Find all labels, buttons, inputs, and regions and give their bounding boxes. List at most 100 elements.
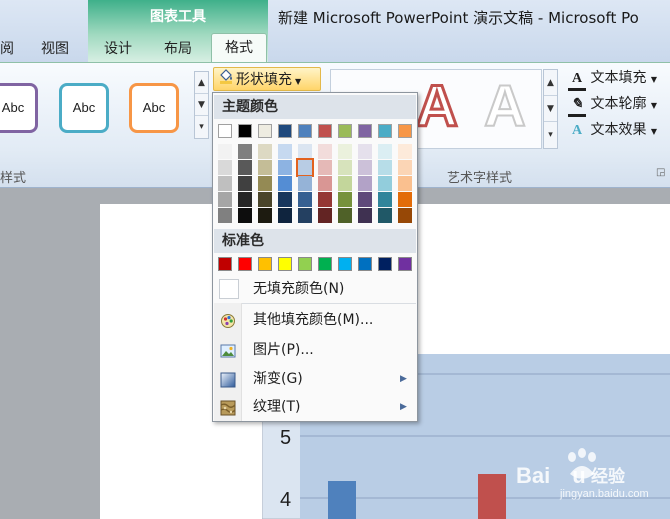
shape-style-sample-purple[interactable]: Abc xyxy=(0,83,38,133)
standard-color-swatch[interactable] xyxy=(358,257,372,271)
theme-shade-swatch[interactable] xyxy=(298,176,312,191)
theme-shade-swatch[interactable] xyxy=(378,144,392,159)
theme-color-swatch[interactable] xyxy=(398,124,412,138)
theme-shade-swatch[interactable] xyxy=(338,176,352,191)
gallery-more-icon[interactable]: ▾ xyxy=(544,122,557,148)
theme-shade-swatch[interactable] xyxy=(298,144,312,159)
theme-shade-swatch[interactable] xyxy=(398,144,412,159)
scroll-down-icon[interactable]: ▼ xyxy=(195,94,208,116)
theme-shade-swatch[interactable] xyxy=(378,192,392,207)
theme-shade-swatch[interactable] xyxy=(358,160,372,175)
tab-layout[interactable]: 布局 xyxy=(153,38,203,62)
theme-shade-swatch[interactable] xyxy=(278,192,292,207)
standard-color-swatch[interactable] xyxy=(318,257,332,271)
text-effect-button[interactable]: A 文本效果 ▼ xyxy=(568,118,657,142)
theme-color-swatch[interactable] xyxy=(338,124,352,138)
theme-shade-swatch[interactable] xyxy=(318,208,332,223)
theme-color-swatch[interactable] xyxy=(238,124,252,138)
bar-series-1[interactable] xyxy=(328,481,356,519)
dialog-launcher-icon[interactable]: ◲ xyxy=(656,167,665,178)
theme-shade-swatch[interactable] xyxy=(218,192,232,207)
shape-style-sample-orange[interactable]: Abc xyxy=(129,83,179,133)
shape-style-sample-aqua[interactable]: Abc xyxy=(59,83,109,133)
standard-color-swatch[interactable] xyxy=(398,257,412,271)
theme-shade-swatch[interactable] xyxy=(218,208,232,223)
theme-color-swatch[interactable] xyxy=(318,124,332,138)
theme-shade-swatch[interactable] xyxy=(238,144,252,159)
theme-shade-swatch[interactable] xyxy=(318,192,332,207)
tab-review[interactable]: 阅 xyxy=(0,38,18,62)
theme-shade-swatch[interactable] xyxy=(278,176,292,191)
shape-fill-label: 形状填充 xyxy=(236,72,292,88)
theme-shade-swatch[interactable] xyxy=(238,160,252,175)
theme-shade-swatch-selected[interactable] xyxy=(296,158,314,177)
theme-shade-swatch[interactable] xyxy=(258,176,272,191)
theme-shade-swatch[interactable] xyxy=(298,208,312,223)
theme-colors-heading: 主题颜色 xyxy=(214,95,416,119)
theme-shade-swatch[interactable] xyxy=(398,192,412,207)
theme-shade-swatch[interactable] xyxy=(238,192,252,207)
standard-color-swatch[interactable] xyxy=(378,257,392,271)
theme-shade-swatch[interactable] xyxy=(278,160,292,175)
theme-shade-swatch[interactable] xyxy=(318,176,332,191)
gallery-more-icon[interactable]: ▾ xyxy=(195,116,208,138)
theme-shade-swatch[interactable] xyxy=(358,192,372,207)
no-fill-menu-item[interactable]: 无填充颜色(N) xyxy=(214,276,416,302)
theme-shade-swatch[interactable] xyxy=(218,176,232,191)
theme-shade-swatch[interactable] xyxy=(358,176,372,191)
theme-shade-swatch[interactable] xyxy=(278,144,292,159)
theme-shade-swatch[interactable] xyxy=(358,208,372,223)
theme-color-swatch[interactable] xyxy=(218,124,232,138)
theme-color-swatch[interactable] xyxy=(278,124,292,138)
theme-shade-swatch[interactable] xyxy=(338,192,352,207)
theme-shade-swatch[interactable] xyxy=(298,192,312,207)
theme-shade-swatch[interactable] xyxy=(238,176,252,191)
theme-shade-swatch[interactable] xyxy=(378,208,392,223)
theme-color-swatch[interactable] xyxy=(358,124,372,138)
standard-color-swatch[interactable] xyxy=(338,257,352,271)
tab-design[interactable]: 设计 xyxy=(93,38,143,62)
theme-shade-swatch[interactable] xyxy=(378,160,392,175)
theme-shade-swatch[interactable] xyxy=(398,176,412,191)
bar-series-2[interactable] xyxy=(478,474,506,519)
theme-shade-swatch[interactable] xyxy=(258,144,272,159)
theme-shade-swatch[interactable] xyxy=(218,144,232,159)
more-fill-colors-menu-item[interactable]: 其他填充颜色(M)... xyxy=(214,307,416,333)
scroll-up-icon[interactable]: ▲ xyxy=(195,72,208,94)
scroll-down-icon[interactable]: ▼ xyxy=(544,96,557,122)
standard-color-swatch[interactable] xyxy=(298,257,312,271)
theme-color-swatch[interactable] xyxy=(378,124,392,138)
wordart-sample-red-outline[interactable]: A xyxy=(415,73,460,141)
theme-shade-swatch[interactable] xyxy=(358,144,372,159)
theme-shade-swatch[interactable] xyxy=(318,144,332,159)
standard-color-swatch[interactable] xyxy=(218,257,232,271)
texture-fill-menu-item[interactable]: 纹理(T) ▶ xyxy=(214,394,416,420)
standard-color-swatch[interactable] xyxy=(258,257,272,271)
wordart-sample-gray-outline[interactable]: A xyxy=(483,73,527,140)
text-fill-button[interactable]: A 文本填充 ▼ xyxy=(568,66,657,91)
theme-shade-swatch[interactable] xyxy=(398,208,412,223)
shape-fill-button[interactable]: 形状填充 ▼ xyxy=(213,67,321,91)
standard-color-swatch[interactable] xyxy=(238,257,252,271)
theme-shade-swatch[interactable] xyxy=(238,208,252,223)
theme-shade-swatch[interactable] xyxy=(338,208,352,223)
theme-shade-swatch[interactable] xyxy=(318,160,332,175)
theme-shade-swatch[interactable] xyxy=(218,160,232,175)
theme-shade-swatch[interactable] xyxy=(278,208,292,223)
theme-color-swatch[interactable] xyxy=(298,124,312,138)
tab-format[interactable]: 格式 xyxy=(211,33,267,63)
theme-shade-swatch[interactable] xyxy=(258,208,272,223)
theme-shade-swatch[interactable] xyxy=(338,144,352,159)
text-outline-button[interactable]: ✎ 文本轮廓 ▼ xyxy=(568,92,657,117)
tab-view[interactable]: 视图 xyxy=(30,38,80,62)
theme-color-swatch[interactable] xyxy=(258,124,272,138)
theme-shade-swatch[interactable] xyxy=(338,160,352,175)
scroll-up-icon[interactable]: ▲ xyxy=(544,70,557,96)
picture-fill-menu-item[interactable]: 图片(P)... xyxy=(214,337,416,363)
standard-color-swatch[interactable] xyxy=(278,257,292,271)
gradient-fill-menu-item[interactable]: 渐变(G) ▶ xyxy=(214,366,416,392)
theme-shade-swatch[interactable] xyxy=(258,192,272,207)
theme-shade-swatch[interactable] xyxy=(398,160,412,175)
theme-shade-swatch[interactable] xyxy=(258,160,272,175)
theme-shade-swatch[interactable] xyxy=(378,176,392,191)
